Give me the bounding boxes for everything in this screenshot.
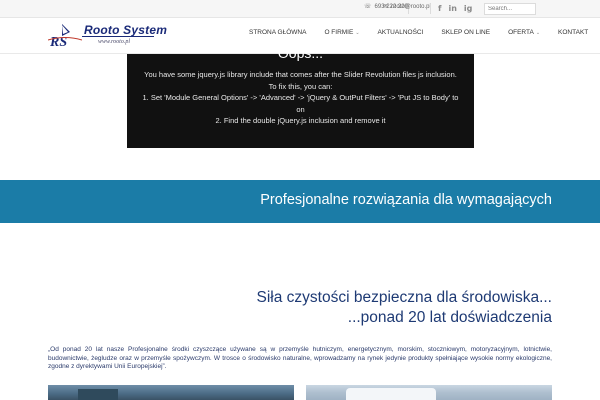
error-line: on bbox=[296, 104, 305, 114]
nav-label: SKLEP ON LINE bbox=[441, 29, 491, 36]
logo-icon[interactable]: RS bbox=[48, 22, 82, 50]
nav-item-about[interactable]: O FIRMIE ⌄ bbox=[315, 29, 368, 36]
nav-label: STRONA GŁÓWNA bbox=[249, 29, 307, 36]
chevron-down-icon: ⌄ bbox=[535, 29, 541, 36]
facebook-icon[interactable]: f bbox=[438, 3, 441, 15]
nav-label: OFERTA bbox=[508, 29, 534, 36]
section-subheadline: ...ponad 20 lat doświadczenia bbox=[347, 309, 552, 326]
instagram-icon[interactable]: ig bbox=[464, 3, 472, 15]
nav-item-home[interactable]: STRONA GŁÓWNA bbox=[249, 29, 315, 36]
nav-label: O FIRMIE bbox=[324, 29, 354, 36]
top-bar: ☏ 693 222 220 ✉ rooto@rooto.pl f in ig bbox=[0, 0, 600, 18]
nav-label: AKTUALNOŚCI bbox=[377, 29, 424, 36]
nav-item-news[interactable]: AKTUALNOŚCI bbox=[369, 29, 433, 36]
nav-item-offer[interactable]: OFERTA ⌄ bbox=[499, 29, 549, 36]
intro-paragraph: „Od ponad 20 lat nasze Profesjonalne śro… bbox=[48, 346, 552, 370]
search-input[interactable] bbox=[484, 3, 536, 15]
slider-error-box: Oops... You have some jquery.js library … bbox=[127, 46, 474, 148]
nav-label: KONTAKT bbox=[558, 29, 589, 36]
logo-title[interactable]: Rooto System bbox=[84, 23, 167, 37]
section-headline: Siła czystości bezpieczna dla środowiska… bbox=[256, 289, 553, 306]
error-line: 1. Set 'Module General Options' -> 'Adva… bbox=[142, 93, 459, 102]
error-line: 2. Find the double jQuery.js inclusion a… bbox=[215, 116, 386, 125]
tagline-text: Profesjonalne rozwiązania dla wymagający… bbox=[260, 192, 552, 208]
error-title: Oops... bbox=[277, 45, 324, 61]
nav-item-contact[interactable]: KONTAKT bbox=[549, 29, 597, 36]
vehicle-photo bbox=[306, 385, 552, 400]
industrial-photo bbox=[48, 385, 294, 400]
tagline-band: Profesjonalne rozwiązania dla wymagający… bbox=[0, 180, 600, 223]
main-nav: STRONA GŁÓWNA O FIRMIE ⌄ AKTUALNOŚCI SKLE… bbox=[249, 29, 597, 36]
chevron-down-icon: ⌄ bbox=[355, 29, 360, 36]
nav-item-shop[interactable]: SKLEP ON LINE bbox=[432, 29, 499, 36]
phone-icon: ☏ bbox=[364, 4, 372, 10]
mail-icon: ✉ bbox=[383, 4, 389, 10]
logo-divider bbox=[82, 36, 154, 37]
divider bbox=[430, 4, 431, 14]
logo-subtitle: www.rooto.pl bbox=[98, 39, 131, 45]
error-line: You have some jquery.js library include … bbox=[144, 70, 457, 79]
social-links: f in ig bbox=[438, 3, 472, 15]
linkedin-icon[interactable]: in bbox=[448, 3, 456, 15]
email-contact[interactable]: ✉ rooto@rooto.pl bbox=[383, 3, 431, 11]
error-line: To fix this, you can: bbox=[268, 81, 333, 91]
email-address: rooto@rooto.pl bbox=[391, 3, 431, 10]
